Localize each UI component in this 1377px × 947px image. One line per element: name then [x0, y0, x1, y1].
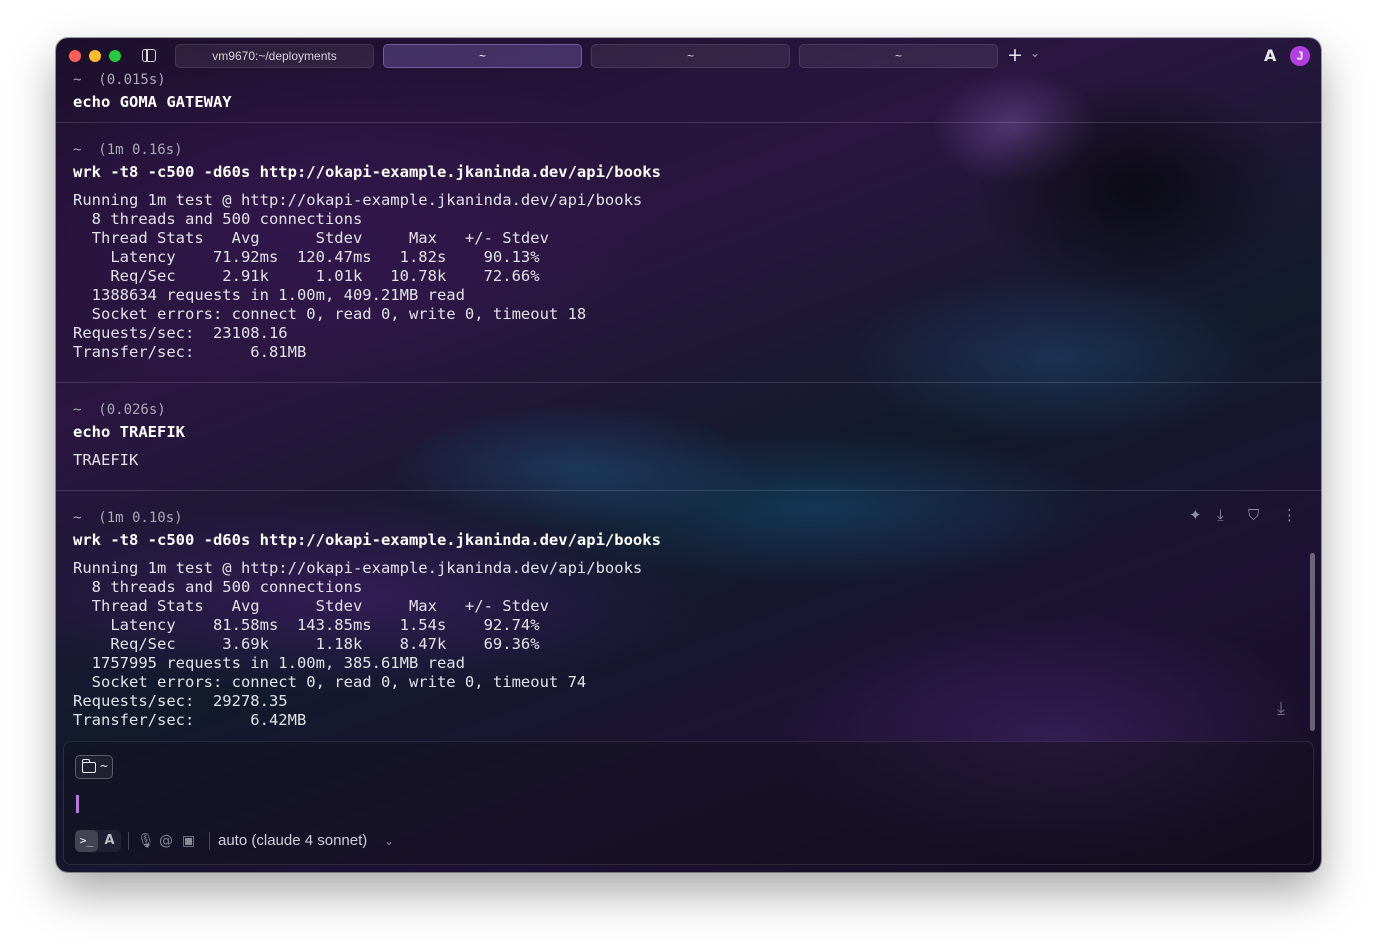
- toolbar-separator: [209, 832, 210, 850]
- more-options-icon[interactable]: ⋮: [1282, 506, 1297, 524]
- directory-chip[interactable]: ~: [75, 755, 113, 779]
- block-2-prompt: ~ (1m 0.16s): [73, 142, 183, 158]
- avatar[interactable]: J: [1290, 46, 1310, 66]
- block-1-command[interactable]: echo GOMA GATEWAY: [73, 93, 232, 112]
- new-tab-menu-chevron-icon[interactable]: ⌄: [1030, 46, 1040, 60]
- block-divider: [56, 490, 1321, 491]
- block-4-command[interactable]: wrk -t8 -c500 -d60s http://okapi-example…: [73, 531, 661, 550]
- block-3-output: TRAEFIK: [73, 451, 139, 469]
- block-3-prompt: ~ (0.026s): [73, 402, 166, 418]
- close-window-button[interactable]: [69, 50, 81, 62]
- sidebar-toggle-icon[interactable]: [142, 49, 156, 62]
- tab-home-3[interactable]: ~: [799, 44, 998, 68]
- block-3-command[interactable]: echo TRAEFIK: [73, 423, 185, 442]
- microphone-icon[interactable]: 🎙︎: [137, 832, 155, 850]
- filter-icon[interactable]: ⛉: [1248, 506, 1259, 524]
- minimize-window-button[interactable]: [89, 50, 101, 62]
- block-2-output: Running 1m test @ http://okapi-example.j…: [73, 191, 643, 361]
- directory-label: ~: [100, 759, 108, 774]
- block-2-command[interactable]: wrk -t8 -c500 -d60s http://okapi-example…: [73, 163, 661, 182]
- mention-icon[interactable]: @: [159, 832, 173, 850]
- block-4-output: Running 1m test @ http://okapi-example.j…: [73, 559, 643, 729]
- command-input-cursor[interactable]: [76, 795, 79, 813]
- zoom-window-button[interactable]: [109, 50, 121, 62]
- block-1-prompt: ~ (0.015s): [73, 72, 166, 88]
- ai-sparkle-icon[interactable]: ✦: [1189, 506, 1202, 524]
- block-divider: [56, 382, 1321, 383]
- title-bar: vm9670:~/deployments ~ ~ ~ + ⌄ A J: [56, 38, 1321, 74]
- chevron-down-icon[interactable]: ⌄: [384, 831, 394, 851]
- mode-toggle[interactable]: >_ A: [75, 830, 121, 852]
- scroll-to-bottom-icon[interactable]: ⤓: [1277, 698, 1285, 719]
- agent-icon[interactable]: A: [1264, 46, 1276, 65]
- save-workflow-icon[interactable]: ⤓: [1217, 506, 1224, 524]
- new-tab-icon[interactable]: +: [1007, 44, 1023, 66]
- tab-deployments[interactable]: vm9670:~/deployments: [175, 44, 374, 68]
- block-divider: [56, 122, 1321, 123]
- folder-icon: [81, 759, 96, 773]
- terminal-window: vm9670:~/deployments ~ ~ ~ + ⌄ A J ~ (0.…: [56, 38, 1321, 872]
- toolbar-separator: [128, 832, 129, 850]
- terminal-mode-icon[interactable]: >_: [75, 830, 98, 852]
- tab-home-active[interactable]: ~: [383, 44, 582, 68]
- block-4-prompt: ~ (1m 0.10s): [73, 510, 183, 526]
- tab-home-2[interactable]: ~: [591, 44, 790, 68]
- image-attach-icon[interactable]: ▣: [182, 832, 195, 850]
- command-input-panel: ~ >_ A 🎙︎ @ ▣ auto (claude 4 sonnet) ⌄: [63, 741, 1314, 865]
- scrollbar[interactable]: [1310, 553, 1315, 731]
- agent-mode-icon[interactable]: A: [98, 830, 121, 852]
- model-selector[interactable]: auto (claude 4 sonnet): [218, 831, 367, 851]
